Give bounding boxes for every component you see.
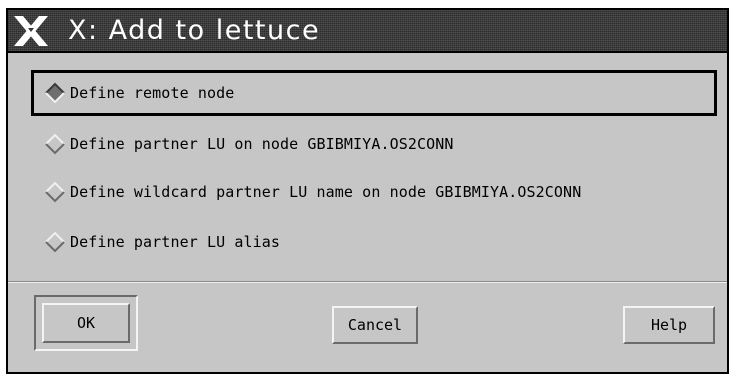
ok-button[interactable]: OK [42,303,130,343]
radio-define-wildcard-partner-lu[interactable]: Define wildcard partner LU name on node … [34,172,581,212]
cancel-button[interactable]: Cancel [332,306,418,344]
radio-label: Define partner LU on node GBIBMIYA.OS2CO… [70,135,454,153]
diamond-radio-icon [45,231,65,253]
radio-define-remote-node[interactable]: Define remote node [31,70,717,116]
separator [8,281,727,283]
diamond-radio-icon [45,181,65,203]
title-bar[interactable]: X: Add to lettuce [8,10,727,53]
window-title: X: Add to lettuce [68,15,321,46]
diamond-radio-icon [45,133,65,155]
x-logo-icon[interactable] [14,16,48,46]
radio-label: Define remote node [70,84,235,102]
dialog-window: X: Add to lettuce Define remote node Def… [6,8,729,374]
radio-define-partner-lu[interactable]: Define partner LU on node GBIBMIYA.OS2CO… [34,124,454,164]
radio-label: Define wildcard partner LU name on node … [70,183,582,201]
option-list: Define remote node Define partner LU on … [8,53,727,279]
radio-define-partner-lu-alias[interactable]: Define partner LU alias [34,222,280,262]
help-button[interactable]: Help [623,306,715,344]
diamond-radio-icon [45,82,65,104]
radio-label: Define partner LU alias [70,233,281,251]
